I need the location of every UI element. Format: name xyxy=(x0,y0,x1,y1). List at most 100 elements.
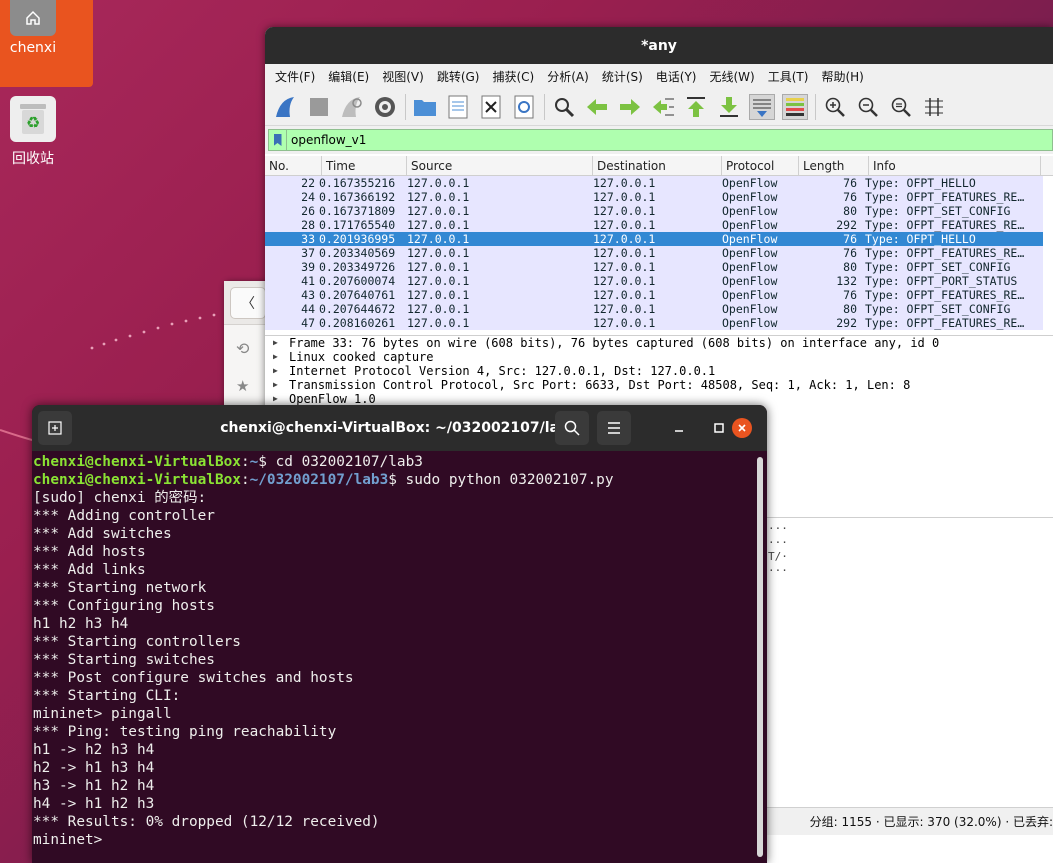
toolbar-separator xyxy=(544,93,545,120)
expand-arrow-icon[interactable]: ▶ xyxy=(273,350,289,364)
start-capture-icon[interactable] xyxy=(273,94,299,120)
desktop-home-icon[interactable]: chenxi xyxy=(8,0,58,56)
capture-options-icon[interactable] xyxy=(372,94,398,120)
first-packet-icon[interactable] xyxy=(683,94,709,120)
menu-analyze[interactable]: 分析(A) xyxy=(547,68,589,85)
command-text: $ cd 032002107/lab3 xyxy=(258,454,423,470)
packet-protocol: OpenFlow xyxy=(722,190,778,204)
packet-info: Type: OFPT_HELLO xyxy=(865,176,976,190)
packet-info: Type: OFPT_FEATURES_RE… xyxy=(865,288,1025,302)
stop-capture-icon[interactable] xyxy=(306,94,332,120)
column-source[interactable]: Source xyxy=(407,156,593,175)
column-destination[interactable]: Destination xyxy=(593,156,722,175)
column-length[interactable]: Length xyxy=(799,156,869,175)
column-time[interactable]: Time xyxy=(322,156,407,175)
packet-row[interactable]: 47 0.208160261 127.0.0.1 127.0.0.1 OpenFlow 2… xyxy=(265,316,1043,330)
packet-time: 0.208160261 xyxy=(319,316,396,330)
packet-row[interactable]: 41 0.207600074 127.0.0.1 127.0.0.1 OpenFlow 1… xyxy=(265,274,1043,288)
expand-arrow-icon[interactable]: ▶ xyxy=(273,336,289,350)
expand-arrow-icon[interactable]: ▶ xyxy=(273,364,289,378)
detail-row[interactable]: ▶ Frame 33: 76 bytes on wire (608 bits), … xyxy=(265,336,1053,350)
close-button[interactable] xyxy=(732,418,752,438)
terminal-line: h3 -> h1 h2 h4 xyxy=(33,778,155,794)
close-file-icon[interactable] xyxy=(478,94,504,120)
colorize-icon[interactable] xyxy=(782,93,808,120)
go-forward-icon[interactable] xyxy=(617,94,643,120)
packet-destination: 127.0.0.1 xyxy=(593,246,656,260)
packet-row[interactable]: 28 0.171765540 127.0.0.1 127.0.0.1 OpenFlow 2… xyxy=(265,218,1043,232)
column-protocol[interactable]: Protocol xyxy=(722,156,799,175)
search-button[interactable] xyxy=(555,411,589,445)
menu-statistics[interactable]: 统计(S) xyxy=(602,68,643,85)
find-packet-icon[interactable] xyxy=(551,94,577,120)
desktop-trash-label: 回收站 xyxy=(12,151,54,167)
detail-row[interactable]: ▶ Internet Protocol Version 4, Src: 127.0… xyxy=(265,364,1053,378)
column-info[interactable]: Info xyxy=(869,156,1041,175)
packet-no: 44 xyxy=(301,302,315,316)
packet-row[interactable]: 39 0.203349726 127.0.0.1 127.0.0.1 OpenFlow 8… xyxy=(265,260,1043,274)
packet-info: Type: OFPT_FEATURES_RE… xyxy=(865,246,1025,260)
display-filter-input[interactable]: openflow_v1 xyxy=(268,129,1053,151)
last-packet-icon[interactable] xyxy=(716,94,742,120)
packet-no: 41 xyxy=(301,274,315,288)
display-filter-bar: openflow_v1 xyxy=(265,126,1053,154)
zoom-out-icon[interactable] xyxy=(855,94,881,120)
go-back-icon[interactable] xyxy=(584,94,610,120)
packet-row[interactable]: 43 0.207640761 127.0.0.1 127.0.0.1 OpenFlow 7… xyxy=(265,288,1043,302)
packet-row[interactable]: 44 0.207644672 127.0.0.1 127.0.0.1 OpenFlow 8… xyxy=(265,302,1043,316)
command-text: $ sudo python 032002107.py xyxy=(388,472,614,488)
auto-scroll-icon[interactable] xyxy=(749,93,775,120)
reload-file-icon[interactable] xyxy=(511,94,537,120)
toolbar-separator xyxy=(405,93,406,120)
starred-icon[interactable]: ★ xyxy=(236,377,249,395)
menu-go[interactable]: 跳转(G) xyxy=(437,68,480,85)
packet-protocol: OpenFlow xyxy=(722,260,778,274)
zoom-in-icon[interactable] xyxy=(822,94,848,120)
packet-row[interactable]: 24 0.167366192 127.0.0.1 127.0.0.1 OpenFlow 7… xyxy=(265,190,1043,204)
detail-row[interactable]: ▶ Linux cooked capture xyxy=(265,350,1053,364)
recent-icon[interactable]: ⟲ xyxy=(236,339,249,358)
packet-row[interactable]: 33 0.201936995 127.0.0.1 127.0.0.1 OpenFlow 7… xyxy=(265,232,1043,246)
bookmark-icon[interactable] xyxy=(269,130,287,150)
back-button[interactable]: 〈 xyxy=(230,287,266,319)
prompt-user: chenxi@chenxi-VirtualBox xyxy=(33,472,241,488)
normal-size-icon[interactable] xyxy=(888,94,914,120)
menu-tools[interactable]: 工具(T) xyxy=(768,68,809,85)
packet-source: 127.0.0.1 xyxy=(407,218,470,232)
trash-icon: ♻ xyxy=(10,96,56,142)
go-to-packet-icon[interactable] xyxy=(650,94,676,120)
menu-file[interactable]: 文件(F) xyxy=(275,68,315,85)
expand-arrow-icon[interactable]: ▶ xyxy=(273,378,289,392)
terminal-title: chenxi@chenxi-VirtualBox: ~/032002107/la… xyxy=(220,420,579,436)
packet-info: Type: OFPT_SET_CONFIG xyxy=(865,260,1011,274)
menu-telephony[interactable]: 电话(Y) xyxy=(656,68,697,85)
open-file-icon[interactable] xyxy=(412,94,438,120)
menu-help[interactable]: 帮助(H) xyxy=(821,68,863,85)
maximize-button[interactable] xyxy=(702,411,736,445)
packet-row[interactable]: 22 0.167355216 127.0.0.1 127.0.0.1 OpenFlow 7… xyxy=(265,176,1043,190)
packet-no: 28 xyxy=(301,218,315,232)
detail-row[interactable]: ▶ Transmission Control Protocol, Src Port… xyxy=(265,378,1053,392)
menu-view[interactable]: 视图(V) xyxy=(382,68,424,85)
menu-wireless[interactable]: 无线(W) xyxy=(710,68,755,85)
packet-time: 0.207600074 xyxy=(319,274,396,288)
new-tab-button[interactable] xyxy=(38,411,72,445)
restart-capture-icon[interactable] xyxy=(339,94,365,120)
save-file-icon[interactable] xyxy=(445,94,471,120)
packet-row[interactable]: 37 0.203340569 127.0.0.1 127.0.0.1 OpenFlow 7… xyxy=(265,246,1043,260)
terminal-scrollbar[interactable] xyxy=(757,457,763,857)
minimize-button[interactable] xyxy=(662,411,696,445)
detail-row[interactable]: ▶ OpenFlow 1.0 xyxy=(265,392,1053,406)
packet-row[interactable]: 26 0.167371809 127.0.0.1 127.0.0.1 OpenFlow 8… xyxy=(265,204,1043,218)
terminal-output[interactable]: chenxi@chenxi-VirtualBox:~$ cd 032002107… xyxy=(32,451,767,849)
resize-columns-icon[interactable] xyxy=(921,94,947,120)
display-filter-text: openflow_v1 xyxy=(291,133,367,147)
terminal-line: h1 -> h2 h3 h4 xyxy=(33,742,155,758)
expand-arrow-icon[interactable]: ▶ xyxy=(273,392,289,406)
menu-capture[interactable]: 捕获(C) xyxy=(492,68,534,85)
desktop-trash-icon[interactable]: ♻ 回收站 xyxy=(8,96,58,168)
menu-button[interactable] xyxy=(597,411,631,445)
packet-count-status: 分组: 1155 · 已显示: 370 (32.0%) · 已丢弃: xyxy=(809,815,1053,829)
column-no[interactable]: No. xyxy=(265,156,322,175)
menu-edit[interactable]: 编辑(E) xyxy=(328,68,369,85)
